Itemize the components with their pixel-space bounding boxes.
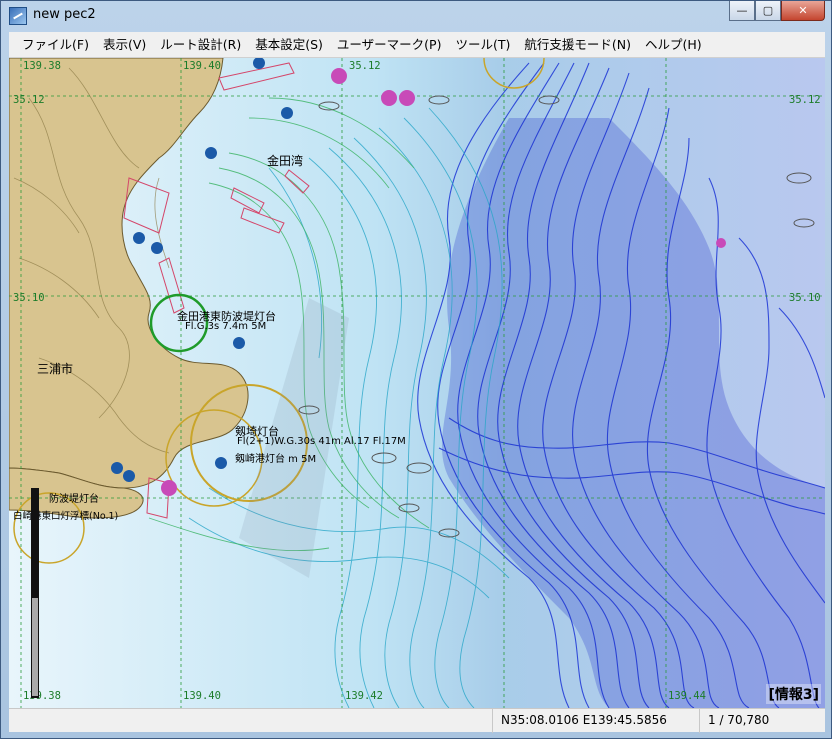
app-icon <box>9 7 27 25</box>
status-scale: 1 / 70,780 <box>699 709 825 733</box>
grid-label-lat-mid-right: 35.10 <box>789 292 821 304</box>
grid-label-lon-top-2: 139.40 <box>183 60 221 72</box>
minimize-button[interactable]: — <box>729 1 755 21</box>
chart-map-view[interactable]: 139.38 139.40 35.12 35.12 35.12 35.10 35… <box>9 58 825 708</box>
title-bar[interactable]: new pec2 — ▢ ✕ <box>1 1 831 31</box>
nautical-chart-graphic <box>9 58 825 708</box>
harbor-label-2: 白崎港東口灯浮標(No.1) <box>13 511 119 522</box>
window-title: new pec2 <box>33 7 96 22</box>
status-bar: N35:08.0106 E139:45.5856 1 / 70,780 <box>9 708 825 733</box>
lighthouse-detail-1: Fl.G.3s 7.4m 5M <box>185 321 267 332</box>
grid-label-lat-top-mid: 35.12 <box>349 60 381 72</box>
harbor-label-1: 防波堤灯台 <box>49 494 99 505</box>
place-name-bay: 金田湾 <box>267 154 304 168</box>
menu-help[interactable]: ヘルプ(H) <box>638 34 709 56</box>
grid-label-lon-top-1: 139.38 <box>23 60 61 72</box>
lighthouse-name-3: 剱崎港灯台 m 5M <box>235 454 317 465</box>
minimize-icon: — <box>736 4 748 17</box>
info-badge[interactable]: [情報3] <box>766 684 821 704</box>
close-icon: ✕ <box>798 4 808 17</box>
menu-user-mark[interactable]: ユーザーマーク(P) <box>330 34 449 56</box>
status-message <box>9 709 492 733</box>
lighthouse-detail-2: Fl(2+1)W.G.30s 41m Al.17 Fl.17M <box>237 436 406 447</box>
grid-label-lon-bottom-4: 139.44 <box>668 690 706 702</box>
grid-label-lon-bottom-2: 139.40 <box>183 690 221 702</box>
grid-label-lon-bottom-1: 139.38 <box>23 690 61 702</box>
status-coordinates: N35:08.0106 E139:45.5856 <box>492 709 699 733</box>
menu-route-design[interactable]: ルート設計(R) <box>153 34 248 56</box>
window-controls: — ▢ ✕ <box>729 1 825 21</box>
maximize-button[interactable]: ▢ <box>755 1 781 21</box>
app-window: new pec2 — ▢ ✕ ファイル(F) 表示(V) ルート設計(R) 基本… <box>0 0 832 739</box>
menu-view[interactable]: 表示(V) <box>96 34 153 56</box>
grid-label-lat-mid-left: 35.10 <box>13 292 45 304</box>
maximize-icon: ▢ <box>762 4 774 17</box>
menu-basic-settings[interactable]: 基本設定(S) <box>248 34 330 56</box>
menu-file[interactable]: ファイル(F) <box>15 34 96 56</box>
grid-label-lat-top-left: 35.12 <box>13 94 45 106</box>
menu-navigation-mode[interactable]: 航行支援モード(N) <box>517 34 638 56</box>
place-name-city: 三浦市 <box>37 362 74 376</box>
close-button[interactable]: ✕ <box>781 1 825 21</box>
menu-tools[interactable]: ツール(T) <box>448 34 517 56</box>
grid-label-lat-top-right: 35.12 <box>789 94 821 106</box>
menu-bar: ファイル(F) 表示(V) ルート設計(R) 基本設定(S) ユーザーマーク(P… <box>9 32 825 58</box>
scale-ruler <box>31 488 39 698</box>
grid-label-lon-bottom-3: 139.42 <box>345 690 383 702</box>
